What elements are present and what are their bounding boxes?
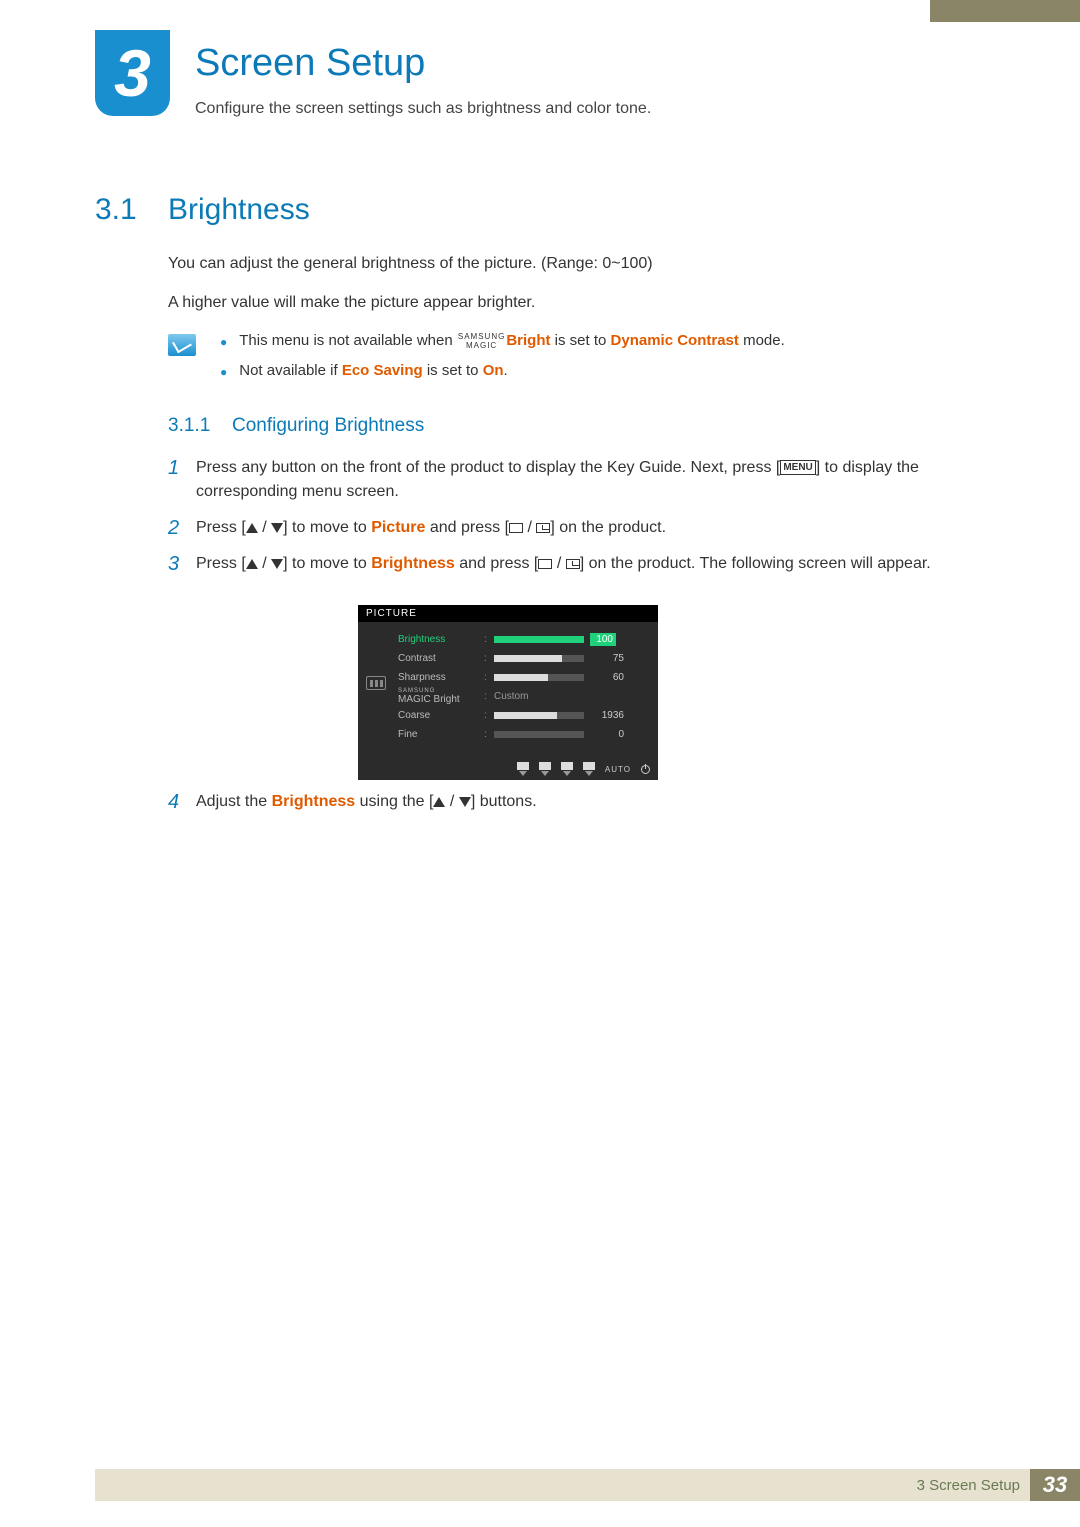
osd-nav-auto-label: AUTO — [605, 765, 631, 774]
osd-row-magic-bright: SAMSUNGMAGIC Bright : Custom — [398, 687, 646, 706]
step-list: 1 Press any button on the front of the p… — [168, 456, 980, 588]
osd-value: Custom — [494, 691, 528, 702]
step-text: ] to move to — [283, 519, 371, 536]
osd-slider — [494, 731, 584, 738]
osd-value: 0 — [590, 729, 624, 740]
step-text: ] buttons. — [471, 793, 537, 810]
osd-nav-power-icon — [641, 765, 650, 774]
brightness-label: Brightness — [371, 555, 455, 572]
top-accent-bar — [930, 0, 1080, 22]
step-number: 1 — [168, 456, 196, 504]
step-number: 2 — [168, 516, 196, 540]
footer-page-number: 33 — [1030, 1469, 1080, 1501]
picture-label: Picture — [371, 519, 425, 536]
step-1: 1 Press any button on the front of the p… — [168, 456, 980, 504]
osd-label: Sharpness — [398, 672, 484, 683]
osd-nav-bar: AUTO — [517, 762, 650, 776]
osd-slider — [494, 674, 584, 681]
note-text: is set to — [551, 332, 611, 349]
note-text: is set to — [423, 362, 483, 379]
step-number: 4 — [168, 790, 196, 814]
up-arrow-icon — [246, 523, 258, 533]
on-label: On — [483, 362, 504, 379]
osd-title: PICTURE — [358, 605, 658, 622]
step-number: 3 — [168, 552, 196, 576]
samsung-magic-logo: SAMSUNGMAGIC — [458, 332, 505, 350]
magic-bright-label: Bright — [506, 332, 550, 349]
step-text: ] to move to — [283, 555, 371, 572]
osd-row-contrast: Contrast : 75 — [398, 649, 646, 668]
note-text: Not available if — [239, 362, 342, 379]
section-number: 3.1 — [95, 193, 137, 227]
bullet-icon: ● — [220, 362, 227, 382]
source-icon — [538, 559, 552, 569]
source-icon — [509, 523, 523, 533]
chapter-title: Screen Setup — [195, 42, 425, 85]
osd-slider — [494, 712, 584, 719]
footer-chapter-label: 3 Screen Setup — [917, 1477, 1020, 1494]
note-text: This menu is not available when — [239, 332, 457, 349]
osd-label: Coarse — [398, 710, 484, 721]
bullet-icon: ● — [220, 332, 227, 352]
osd-label: Brightness — [398, 634, 484, 645]
step-2: 2 Press [ / ] to move to Picture and pre… — [168, 516, 980, 540]
note-text: . — [504, 362, 508, 379]
section-paragraph-2: A higher value will make the picture app… — [168, 294, 535, 312]
osd-nav-plus-icon — [561, 762, 573, 776]
osd-nav-enter-icon — [583, 762, 595, 776]
osd-row-brightness: Brightness : 100 — [398, 630, 646, 649]
down-arrow-icon — [271, 523, 283, 533]
note-item-2: ● Not available if Eco Saving is set to … — [220, 362, 980, 382]
subsection-title: Configuring Brightness — [232, 415, 424, 437]
step-text: and press [ — [455, 555, 539, 572]
osd-nav-back-icon — [517, 762, 529, 776]
osd-label: Contrast — [398, 653, 484, 664]
osd-row-coarse: Coarse : 1936 — [398, 706, 646, 725]
osd-slider — [494, 636, 584, 643]
note-item-1: ● This menu is not available when SAMSUN… — [220, 332, 980, 352]
footer-bar: 3 Screen Setup 33 — [95, 1469, 1080, 1501]
osd-value: 60 — [590, 672, 624, 683]
step-text: Press [ — [196, 519, 246, 536]
step-text: ] on the product. — [550, 519, 666, 536]
chapter-number-badge: 3 — [95, 30, 170, 116]
note-icon — [168, 334, 196, 356]
step-text: ] on the product. The following screen w… — [580, 555, 931, 572]
menu-key-icon: MENU — [780, 460, 815, 475]
step-text: using the [ — [355, 793, 433, 810]
chapter-description: Configure the screen settings such as br… — [195, 100, 651, 118]
brightness-label: Brightness — [272, 793, 356, 810]
step-text: and press [ — [425, 519, 509, 536]
up-arrow-icon — [433, 797, 445, 807]
step-3: 3 Press [ / ] to move to Brightness and … — [168, 552, 980, 576]
up-arrow-icon — [246, 559, 258, 569]
subsection-number: 3.1.1 — [168, 415, 210, 437]
step-text: Press [ — [196, 555, 246, 572]
eco-saving-label: Eco Saving — [342, 362, 423, 379]
down-arrow-icon — [271, 559, 283, 569]
note-list: ● This menu is not available when SAMSUN… — [220, 332, 980, 392]
osd-nav-minus-icon — [539, 762, 551, 776]
enter-icon — [566, 559, 580, 569]
osd-label: Fine — [398, 729, 484, 740]
osd-value: 1936 — [590, 710, 624, 721]
step-4: 4 Adjust the Brightness using the [ / ] … — [168, 790, 980, 814]
note-text: mode. — [739, 332, 785, 349]
osd-row-sharpness: Sharpness : 60 — [398, 668, 646, 687]
osd-picture-icon — [366, 676, 386, 690]
step-text: Adjust the — [196, 793, 272, 810]
osd-value: 100 — [590, 633, 616, 646]
osd-row-fine: Fine : 0 — [398, 725, 646, 744]
dynamic-contrast-label: Dynamic Contrast — [611, 332, 739, 349]
osd-value: 75 — [590, 653, 624, 664]
section-paragraph-1: You can adjust the general brightness of… — [168, 255, 653, 273]
osd-slider — [494, 655, 584, 662]
down-arrow-icon — [459, 797, 471, 807]
section-title: Brightness — [168, 193, 310, 227]
enter-icon — [536, 523, 550, 533]
osd-label: SAMSUNGMAGIC Bright — [398, 688, 484, 705]
osd-screenshot: PICTURE Brightness : 100 Contrast : 75 S… — [358, 605, 658, 780]
step-text: Press any button on the front of the pro… — [196, 459, 780, 476]
